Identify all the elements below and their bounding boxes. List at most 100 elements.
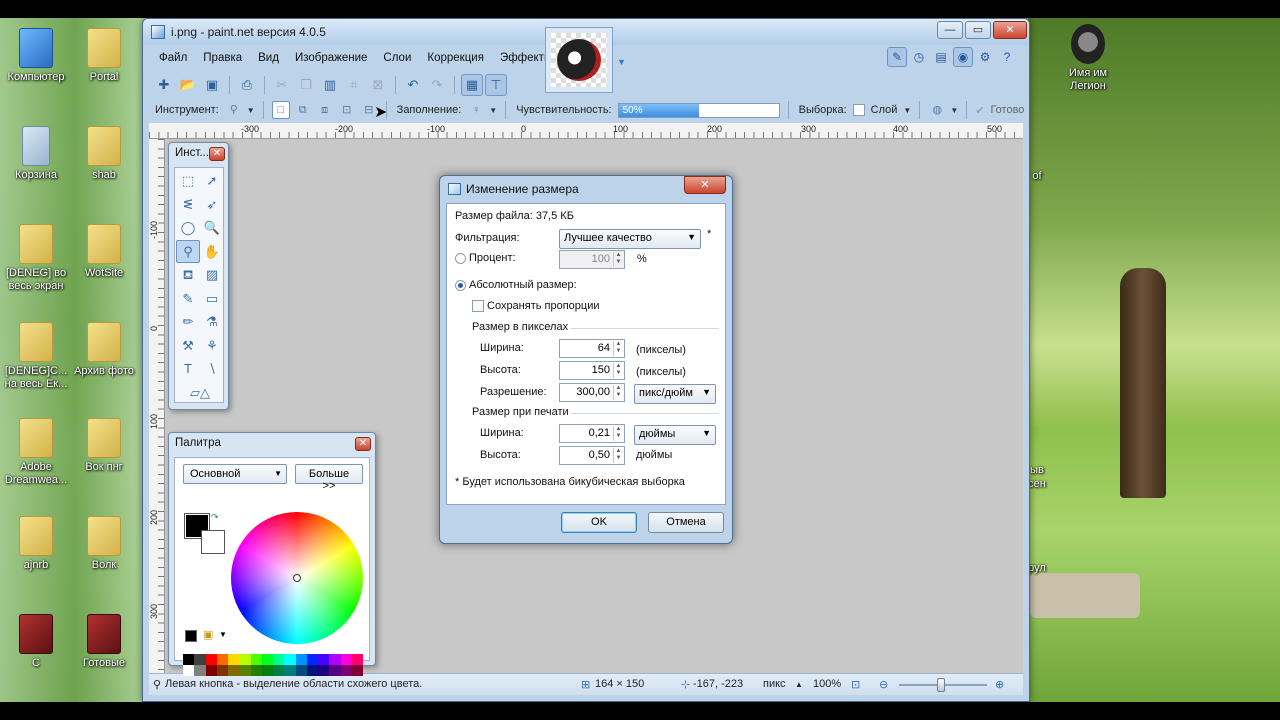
text-icon[interactable]: T: [176, 357, 200, 381]
undo-icon[interactable]: ↶: [402, 74, 424, 96]
spinner-arrows-icon[interactable]: ▲ ▼: [613, 426, 623, 441]
palette-swatch[interactable]: [216, 654, 228, 665]
gradient-icon[interactable]: ▨: [200, 263, 224, 287]
selection-mode-replace-icon[interactable]: □: [271, 101, 290, 119]
resampling-dropdown[interactable]: Лучшее качество ▼: [559, 229, 701, 249]
zoom-icon[interactable]: 🔍: [200, 216, 224, 240]
palette-swatch[interactable]: [228, 665, 240, 676]
pencil-icon[interactable]: ✏: [176, 310, 200, 334]
rectangle-select-icon[interactable]: ⬚: [176, 169, 200, 193]
menu-image[interactable]: Изображение: [287, 49, 375, 69]
move-selected-icon[interactable]: ➚: [200, 169, 224, 193]
palette-swatch[interactable]: [250, 665, 262, 676]
desktop-icon-deneg-fullscreen[interactable]: [DENEG] во весь экран: [0, 224, 72, 293]
deselect-icon[interactable]: ⊠: [367, 74, 389, 96]
height-input[interactable]: 150 ▲ ▼: [559, 361, 625, 380]
lasso-select-icon[interactable]: ᓬ: [176, 193, 200, 217]
crop-icon[interactable]: ⌗: [343, 74, 365, 96]
zoom-level[interactable]: 100%: [813, 678, 841, 690]
palette-swatch[interactable]: [284, 654, 296, 665]
zoom-to-window-icon[interactable]: ⊡: [851, 678, 860, 691]
palette-window-title[interactable]: Палитра: [169, 433, 375, 455]
chevron-down-icon[interactable]: ▼: [950, 106, 958, 115]
spinner-arrows-icon[interactable]: ▲ ▼: [613, 363, 623, 378]
palette-swatch[interactable]: [183, 665, 195, 676]
menu-layers[interactable]: Слои: [375, 49, 419, 69]
print-width-input[interactable]: 0,21 ▲ ▼: [559, 424, 625, 443]
spinner-arrows-icon[interactable]: ▲ ▼: [613, 341, 623, 356]
palette-swatch[interactable]: [340, 654, 352, 665]
recolor-icon[interactable]: ⚘: [200, 334, 224, 358]
spinner-arrows-icon[interactable]: ▲ ▼: [613, 448, 623, 463]
print-unit-dropdown[interactable]: дюймы ▼: [634, 425, 716, 445]
desktop-icon-recycle-bin[interactable]: Корзина: [0, 126, 72, 182]
palette-swatch[interactable]: [194, 665, 206, 676]
palette-swatch[interactable]: [216, 665, 228, 676]
sampling-checkbox[interactable]: [852, 104, 865, 116]
desktop-icon-vok-png[interactable]: Вок пнг: [68, 418, 140, 474]
palette-swatch[interactable]: [340, 665, 352, 676]
chevron-down-icon[interactable]: ▼: [489, 106, 497, 115]
print-icon[interactable]: ⎙: [236, 74, 258, 96]
reset-colors-icon[interactable]: [185, 630, 197, 642]
selection-mode-union-icon[interactable]: ⧉: [294, 101, 312, 119]
colors-window-toggle-icon[interactable]: ◉: [953, 47, 973, 67]
palette-window-close-button[interactable]: ✕: [355, 437, 371, 451]
swap-colors-icon[interactable]: ↷: [211, 512, 219, 523]
palette-swatch[interactable]: [228, 654, 240, 665]
tools-window-toggle-icon[interactable]: ✎: [887, 47, 907, 67]
line-curve-icon[interactable]: ∖: [200, 357, 224, 381]
selection-mode-intersect-icon[interactable]: ⊡: [338, 101, 356, 119]
save-icon[interactable]: ▣: [201, 74, 223, 96]
desktop-icon-computer[interactable]: Компьютер: [0, 28, 72, 84]
tools-window-close-button[interactable]: ✕: [209, 147, 225, 161]
redo-icon[interactable]: ↷: [426, 74, 448, 96]
copy-icon[interactable]: ❐: [295, 74, 317, 96]
palette-swatch[interactable]: [295, 665, 307, 676]
chevron-up-icon[interactable]: ▲: [795, 680, 803, 689]
menu-file[interactable]: Файл: [151, 49, 195, 69]
resolution-unit-dropdown[interactable]: пикс/дюйм ▼: [634, 384, 716, 404]
palette-swatch[interactable]: [351, 665, 363, 676]
maximize-button[interactable]: ▭: [965, 21, 991, 39]
thumbnail-dropdown-icon[interactable]: ▼: [617, 57, 626, 67]
color-picker-icon[interactable]: ⚗: [200, 310, 224, 334]
palette-swatch[interactable]: [306, 665, 318, 676]
paste-icon[interactable]: ▥: [319, 74, 341, 96]
resolution-input[interactable]: 300,00 ▲ ▼: [559, 383, 625, 402]
cancel-button[interactable]: Отмена: [648, 512, 724, 533]
palette-swatch[interactable]: [239, 665, 251, 676]
desktop-icon-shab[interactable]: shab: [68, 126, 140, 182]
more-colors-button[interactable]: Больше >>: [295, 464, 363, 492]
palette-swatch[interactable]: [329, 665, 341, 676]
paintbrush-icon[interactable]: ✎: [176, 287, 200, 311]
palette-swatch[interactable]: [351, 654, 363, 665]
palette-swatch[interactable]: [318, 665, 330, 676]
units-selector[interactable]: пикс: [763, 678, 786, 690]
palette-swatch[interactable]: [194, 654, 206, 665]
palette-swatch[interactable]: [329, 654, 341, 665]
percent-input[interactable]: 100 ▲ ▼: [559, 250, 625, 269]
grid-icon[interactable]: ▦: [461, 74, 483, 96]
selection-mode-exclude-icon[interactable]: ⧈: [316, 101, 334, 119]
print-height-input[interactable]: 0,50 ▲ ▼: [559, 446, 625, 465]
image-thumbnail-tab[interactable]: [545, 27, 613, 93]
desktop-icon-wotsite[interactable]: WotSite: [68, 224, 140, 280]
zoom-out-icon[interactable]: ⊖: [879, 678, 888, 691]
ok-button[interactable]: OK: [561, 512, 637, 533]
spinner-arrows-icon[interactable]: ▲ ▼: [613, 385, 623, 400]
palette-swatch[interactable]: [284, 665, 296, 676]
layers-window-toggle-icon[interactable]: ▤: [931, 47, 951, 67]
palette-swatch[interactable]: [295, 654, 307, 665]
antialias-icon[interactable]: ◍: [928, 101, 946, 119]
palette-swatch[interactable]: [205, 665, 217, 676]
open-file-icon[interactable]: 📂: [177, 74, 199, 96]
chevron-down-icon[interactable]: ▼: [903, 106, 911, 115]
finish-button[interactable]: Готово: [988, 104, 1026, 116]
palette-swatches[interactable]: [183, 654, 363, 676]
desktop-icon-deneg-2[interactable]: [DENEG]С... на весь Ек...: [0, 322, 72, 391]
dialog-close-button[interactable]: ✕: [684, 176, 726, 194]
palette-swatch[interactable]: [261, 654, 273, 665]
chevron-down-icon[interactable]: ▼: [219, 630, 227, 639]
close-button[interactable]: ✕: [993, 21, 1027, 39]
